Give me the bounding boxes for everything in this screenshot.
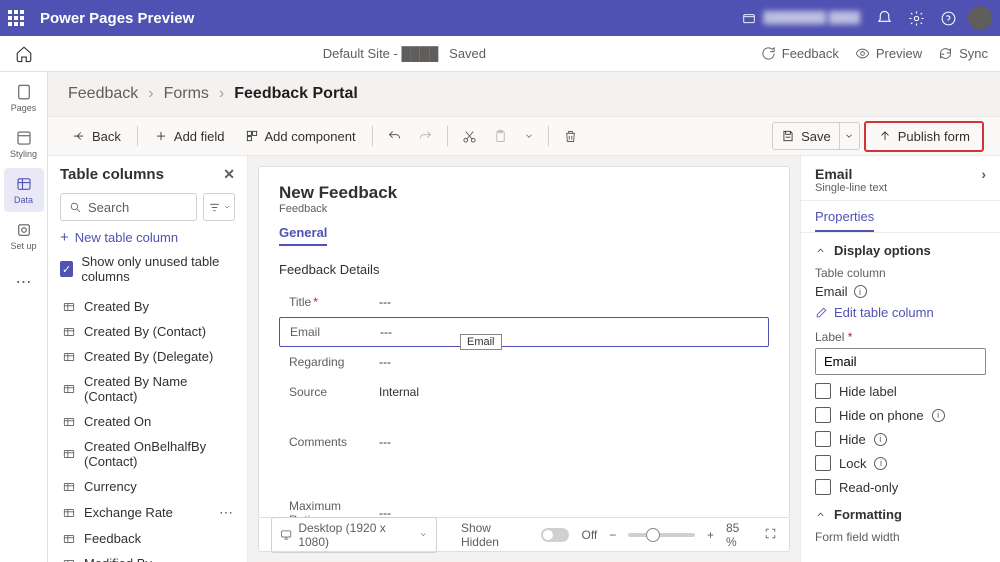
zoom-out-button[interactable]: −	[609, 528, 616, 542]
app-title: Power Pages Preview	[40, 10, 194, 27]
site-status: Default Site - ████ Saved	[48, 46, 761, 61]
paste-dropdown[interactable]	[518, 127, 540, 145]
column-item[interactable]: Currency	[60, 474, 235, 499]
show-hidden-label: Show Hidden	[461, 521, 529, 549]
zoom-slider[interactable]	[628, 533, 695, 537]
home-icon[interactable]	[12, 45, 36, 63]
feedback-link[interactable]: Feedback	[761, 46, 839, 61]
table-column-value: Emaili	[815, 284, 986, 299]
form-title: New Feedback	[279, 183, 769, 203]
top-bar: Power Pages Preview ████████ ████	[0, 0, 1000, 36]
info-icon[interactable]: i	[932, 409, 945, 422]
form-subtitle: Feedback	[279, 203, 769, 215]
properties-tab[interactable]: Properties	[815, 209, 874, 232]
help-icon[interactable]	[932, 2, 964, 34]
breadcrumb-current: Feedback Portal	[234, 85, 358, 103]
rail-more[interactable]: ⋯	[4, 260, 44, 304]
rp-expand-icon[interactable]: ›	[981, 166, 986, 182]
canvas-footer: Desktop (1920 x 1080) Show Hidden Off − …	[258, 518, 790, 552]
rp-subtitle: Single-line text	[815, 182, 986, 194]
show-unused-checkbox[interactable]: ✓Show only unused table columns	[60, 254, 235, 284]
tab-general[interactable]: General	[279, 225, 327, 246]
form-canvas[interactable]: New Feedback Feedback General Feedback D…	[258, 166, 790, 518]
rp-title: Email	[815, 166, 852, 182]
column-item[interactable]: Created By	[60, 294, 235, 319]
column-item[interactable]: Created On	[60, 409, 235, 434]
rail-pages[interactable]: Pages	[4, 76, 44, 120]
back-button[interactable]: Back	[64, 125, 129, 148]
column-search-input[interactable]: Search	[60, 193, 197, 221]
label-label: Label *	[815, 330, 986, 344]
device-selector[interactable]: Desktop (1920 x 1080)	[271, 517, 437, 553]
formatting-section[interactable]: Formatting	[815, 507, 986, 522]
notifications-icon[interactable]	[868, 2, 900, 34]
rail-setup[interactable]: Set up	[4, 214, 44, 258]
toggle-off-label: Off	[581, 528, 597, 542]
rail-styling[interactable]: Styling	[4, 122, 44, 166]
publish-form-button[interactable]: Publish form	[870, 125, 978, 148]
label-input[interactable]	[815, 348, 986, 375]
command-bar: Default Site - ████ Saved Feedback Previ…	[0, 36, 1000, 72]
app-launcher-icon[interactable]	[8, 10, 24, 26]
form-toolbar: Back Add field Add component Save Publis…	[48, 116, 1000, 156]
edit-table-column-link[interactable]: Edit table column	[815, 305, 986, 320]
form-field-width-label: Form field width	[815, 530, 986, 544]
add-field-button[interactable]: Add field	[146, 125, 233, 148]
form-field-row[interactable]: Title*---	[279, 287, 769, 317]
undo-button[interactable]	[381, 125, 408, 148]
columns-title: Table columns	[60, 166, 164, 183]
column-filter-button[interactable]	[203, 193, 235, 221]
left-rail: Pages Styling Data Set up ⋯	[0, 72, 48, 562]
hide-label-checkbox[interactable]: Hide label	[815, 383, 986, 399]
section-title: Feedback Details	[279, 262, 769, 277]
table-column-label: Table column	[815, 266, 986, 280]
lock-checkbox[interactable]: Locki	[815, 455, 986, 471]
save-button[interactable]: Save	[773, 125, 839, 148]
save-dropdown[interactable]	[839, 123, 859, 149]
close-columns-icon[interactable]: ✕	[223, 166, 235, 183]
show-hidden-toggle[interactable]	[541, 528, 570, 542]
sync-link[interactable]: Sync	[938, 46, 988, 61]
field-tooltip: Email	[460, 334, 502, 350]
breadcrumb-feedback[interactable]: Feedback	[68, 85, 138, 103]
new-table-column-button[interactable]: +New table column	[60, 229, 235, 246]
add-component-button[interactable]: Add component	[237, 125, 364, 148]
paste-button[interactable]	[487, 125, 514, 148]
info-icon[interactable]: i	[874, 433, 887, 446]
column-item[interactable]: Exchange Rate⋯	[60, 499, 235, 526]
fullscreen-icon[interactable]	[764, 527, 777, 543]
form-field-row[interactable]: Email---Email	[279, 317, 769, 347]
form-field-row[interactable]: SourceInternal	[279, 377, 769, 407]
column-item[interactable]: Created By (Contact)	[60, 319, 235, 344]
info-icon[interactable]: i	[854, 285, 867, 298]
column-item[interactable]: Created OnBelhalfBy (Contact)	[60, 434, 235, 474]
form-field-row[interactable]: Regarding---	[279, 347, 769, 377]
hide-checkbox[interactable]: Hidei	[815, 431, 986, 447]
column-item[interactable]: Feedback	[60, 526, 235, 551]
property-panel: Email › Single-line text Properties Displ…	[800, 156, 1000, 562]
environment-badge[interactable]: ████████ ████	[741, 10, 860, 26]
readonly-checkbox[interactable]: Read-only	[815, 479, 986, 495]
cut-button[interactable]	[456, 125, 483, 148]
form-field-row[interactable]: Comments---	[279, 407, 769, 477]
rail-data[interactable]: Data	[4, 168, 44, 212]
zoom-in-button[interactable]: +	[707, 528, 714, 542]
preview-link[interactable]: Preview	[855, 46, 922, 61]
column-item[interactable]: Modified By	[60, 551, 235, 562]
column-item[interactable]: Created By Name (Contact)	[60, 369, 235, 409]
hide-on-phone-checkbox[interactable]: Hide on phonei	[815, 407, 986, 423]
zoom-value: 85 %	[726, 521, 752, 549]
display-options-section[interactable]: Display options	[815, 243, 986, 258]
column-item[interactable]: Created By (Delegate)	[60, 344, 235, 369]
delete-button[interactable]	[557, 125, 584, 148]
redo-button[interactable]	[412, 125, 439, 148]
breadcrumb: Feedback › Forms › Feedback Portal	[48, 72, 1000, 116]
user-avatar[interactable]	[968, 6, 992, 30]
settings-icon[interactable]	[900, 2, 932, 34]
form-field-row[interactable]: Maximum Rating---	[279, 497, 769, 518]
info-icon[interactable]: i	[874, 457, 887, 470]
breadcrumb-forms[interactable]: Forms	[164, 85, 209, 103]
table-columns-panel: Table columns✕ Search +New table column …	[48, 156, 248, 562]
